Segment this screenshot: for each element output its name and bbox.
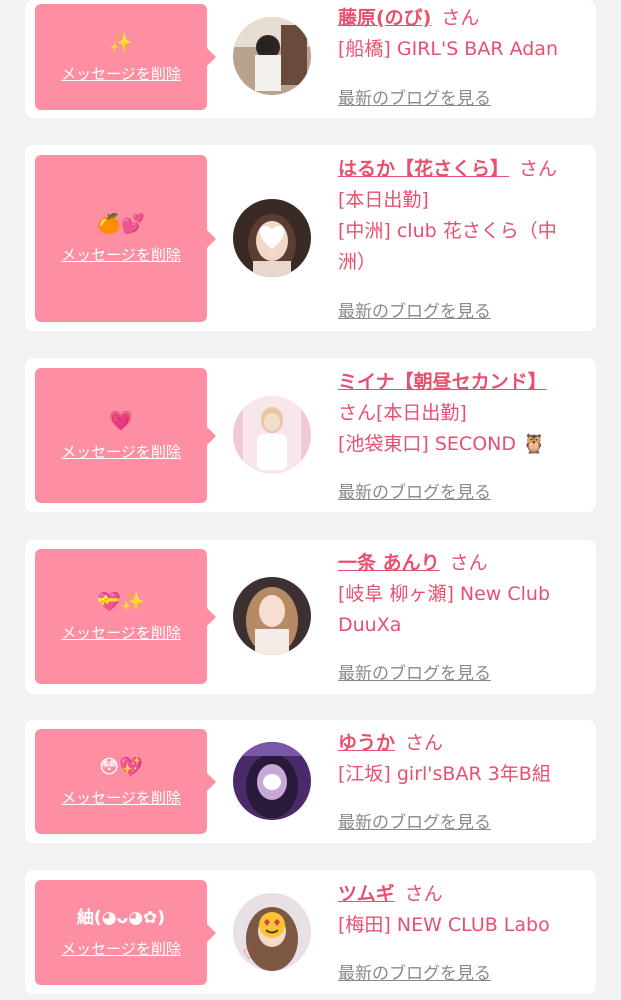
avatar[interactable]: [233, 396, 311, 474]
delete-message-link[interactable]: メッセージを削除: [61, 622, 181, 643]
san-label: さん: [449, 552, 488, 574]
san-label: さん: [519, 158, 558, 180]
avatar-photo-icon: ♡: [233, 893, 311, 971]
avatar-photo-icon: [233, 396, 311, 474]
message-bubble: ✨ メッセージを削除: [35, 4, 216, 110]
message-card: 💗 メッセージを削除 ミイナ【朝昼セカンド】 さん[本日出勤] [池袋東口] S…: [25, 358, 596, 512]
girl-name-link[interactable]: 藤原(のび): [338, 7, 431, 29]
svg-text:♡: ♡: [243, 947, 256, 963]
girl-name-link[interactable]: ツムギ: [338, 883, 395, 905]
shop-line: [岐阜 柳ヶ瀬] New Club: [338, 583, 551, 605]
latest-blog-link[interactable]: 最新のブログを見る: [338, 659, 491, 684]
latest-blog-link[interactable]: 最新のブログを見る: [338, 808, 491, 833]
shop-info: ツムギ さん [梅田] NEW CLUB Labo: [338, 879, 588, 941]
message-card: ✨ メッセージを削除 藤原(のび) さん [船橋] GIRL'S BAR Adan…: [25, 0, 596, 118]
shop-info: はるか【花さくら】 さん [本日出勤] [中洲] club 花さくら（中 洲）: [338, 154, 588, 278]
avatar-photo-icon: [233, 17, 311, 95]
message-text: 💝✨: [97, 591, 145, 613]
message-bubble: 💝✨ メッセージを削除: [35, 549, 216, 684]
message-card: 😳💖 メッセージを削除 ゆうか さん [江坂] girl'sBAR 3年B組 最新…: [25, 720, 596, 843]
shop-info: 一条 あんり さん [岐阜 柳ヶ瀬] New Club DuuXa: [338, 548, 588, 641]
message-bubble: 💗 メッセージを削除: [35, 368, 216, 503]
message-text: ✨: [109, 31, 133, 54]
latest-blog-link[interactable]: 最新のブログを見る: [338, 297, 491, 322]
avatar[interactable]: [233, 742, 311, 820]
message-text: 紬(◕ᴗ◕✿): [76, 908, 166, 928]
girl-name-link[interactable]: 一条 あんり: [338, 552, 440, 574]
message-bubble: 🍊💕 メッセージを削除: [35, 155, 216, 322]
message-text: 💗: [109, 410, 133, 432]
shop-line: [船橋] GIRL'S BAR Adan: [338, 38, 558, 60]
message-card: 紬(◕ᴗ◕✿) メッセージを削除 ♡ ツムギ さん [梅田] NEW CLUB L…: [25, 870, 596, 994]
girl-name-link[interactable]: はるか【花さくら】: [338, 158, 509, 180]
shop-line: [本日出勤]: [338, 189, 429, 211]
delete-message-link[interactable]: メッセージを削除: [61, 244, 181, 265]
avatar[interactable]: ♡: [233, 893, 311, 971]
shop-line: [池袋東口] SECOND 🦉: [338, 433, 546, 455]
delete-message-link[interactable]: メッセージを削除: [61, 63, 181, 84]
avatar-photo-icon: [233, 199, 311, 277]
latest-blog-link[interactable]: 最新のブログを見る: [338, 959, 491, 984]
avatar-photo-icon: [233, 742, 311, 820]
shop-line: [梅田] NEW CLUB Labo: [338, 914, 550, 936]
girl-name-link[interactable]: ミイナ【朝昼セカンド】: [338, 371, 547, 393]
san-label: さん: [404, 883, 443, 905]
latest-blog-link[interactable]: 最新のブログを見る: [338, 84, 491, 109]
san-label: さん: [405, 732, 444, 754]
shop-line: 洲）: [338, 251, 377, 273]
shop-info: 藤原(のび) さん [船橋] GIRL'S BAR Adan: [338, 3, 588, 65]
delete-message-link[interactable]: メッセージを削除: [61, 787, 181, 808]
avatar[interactable]: [233, 577, 311, 655]
shop-line: さん[本日出勤]: [338, 402, 467, 424]
shop-line: DuuXa: [338, 614, 402, 636]
delete-message-link[interactable]: メッセージを削除: [61, 938, 181, 959]
message-text: 🍊💕: [97, 213, 145, 235]
shop-info: ミイナ【朝昼セカンド】 さん[本日出勤] [池袋東口] SECOND 🦉: [338, 367, 588, 460]
shop-line: [中洲] club 花さくら（中: [338, 220, 557, 242]
shop-info: ゆうか さん [江坂] girl'sBAR 3年B組: [338, 728, 588, 790]
message-card: 💝✨ メッセージを削除 一条 あんり さん [岐阜 柳ヶ瀬] New Club D…: [25, 540, 596, 694]
message-bubble: 😳💖 メッセージを削除: [35, 729, 216, 834]
girl-name-link[interactable]: ゆうか: [338, 732, 395, 754]
avatar[interactable]: [233, 17, 311, 95]
message-card: 🍊💕 メッセージを削除 はるか【花さくら】 さん [本日出勤] [中洲] club…: [25, 145, 596, 331]
delete-message-link[interactable]: メッセージを削除: [61, 441, 181, 462]
avatar-photo-icon: [233, 577, 311, 655]
san-label: さん: [441, 7, 480, 29]
latest-blog-link[interactable]: 最新のブログを見る: [338, 478, 491, 503]
message-text: 😳💖: [99, 756, 143, 778]
shop-line: [江坂] girl'sBAR 3年B組: [338, 763, 551, 785]
message-bubble: 紬(◕ᴗ◕✿) メッセージを削除: [35, 880, 216, 985]
avatar[interactable]: [233, 199, 311, 277]
